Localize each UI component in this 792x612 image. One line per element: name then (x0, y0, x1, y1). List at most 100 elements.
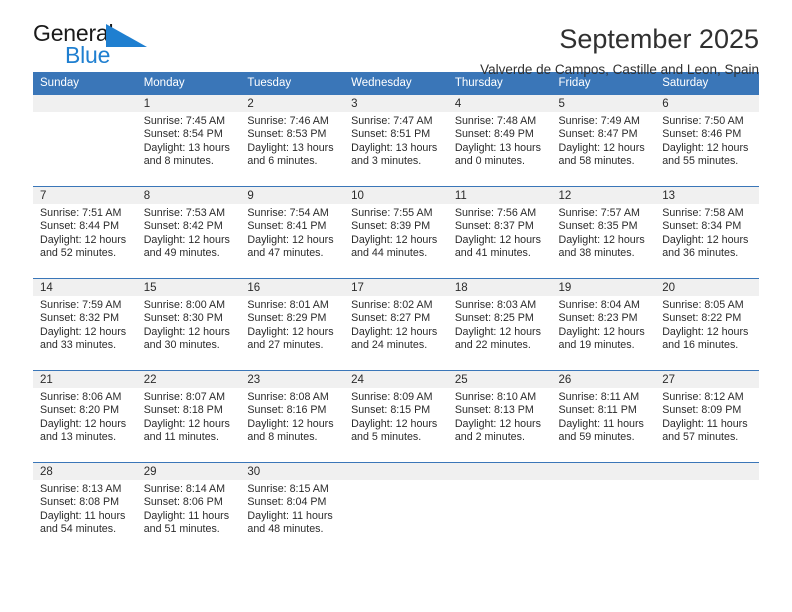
sunrise-text: Sunrise: 8:14 AM (143, 483, 226, 495)
day-details: Sunrise: 7:58 AM Sunset: 8:34 PM Dayligh… (655, 204, 759, 276)
day-number: 5 (551, 95, 656, 112)
day-cell[interactable]: 20 Sunrise: 8:05 AM Sunset: 8:22 PM Dayl… (655, 278, 759, 368)
day-number: 21 (33, 371, 137, 388)
day-number: 11 (447, 187, 552, 204)
day-cell[interactable]: 15 Sunrise: 8:00 AM Sunset: 8:30 PM Dayl… (136, 278, 241, 368)
day-number: 23 (240, 371, 345, 388)
sunset-text: Sunset: 8:37 PM (454, 220, 534, 233)
day-details: Sunrise: 8:01 AM Sunset: 8:29 PM Dayligh… (240, 296, 344, 368)
day-details: Sunrise: 7:51 AM Sunset: 8:44 PM Dayligh… (33, 204, 137, 276)
day-number: 16 (240, 279, 345, 296)
daylight-text-line1: Daylight: 12 hours (351, 417, 438, 430)
day-details: Sunrise: 8:03 AM Sunset: 8:25 PM Dayligh… (448, 296, 552, 368)
day-cell[interactable]: 18 Sunrise: 8:03 AM Sunset: 8:25 PM Dayl… (447, 278, 552, 368)
day-cell[interactable]: 1 Sunrise: 7:45 AM Sunset: 8:54 PM Dayli… (136, 94, 241, 184)
day-cell[interactable]: 24 Sunrise: 8:09 AM Sunset: 8:15 PM Dayl… (344, 370, 448, 460)
sunrise-text: Sunrise: 7:49 AM (558, 115, 640, 127)
day-number: 28 (33, 463, 137, 480)
sunset-text: Sunset: 8:18 PM (143, 404, 223, 417)
day-number: 13 (655, 187, 759, 204)
day-cell[interactable]: 8 Sunrise: 7:53 AM Sunset: 8:42 PM Dayli… (136, 186, 241, 276)
page-title: September 2025 (559, 24, 759, 54)
day-cell[interactable]: 25 Sunrise: 8:10 AM Sunset: 8:13 PM Dayl… (447, 370, 552, 460)
daylight-text-line1: Daylight: 13 hours (454, 141, 541, 154)
day-cell[interactable]: 4 Sunrise: 7:48 AM Sunset: 8:49 PM Dayli… (447, 94, 552, 184)
day-details (655, 480, 759, 552)
sunrise-text: Sunrise: 7:53 AM (143, 207, 226, 219)
daylight-text-line2: and 22 minutes. (454, 339, 531, 352)
sunset-text: Sunset: 8:35 PM (558, 220, 638, 233)
sunset-text: Sunset: 8:20 PM (40, 404, 120, 417)
sunset-text: Sunset: 8:49 PM (454, 128, 534, 141)
sunrise-text: Sunrise: 7:57 AM (558, 207, 640, 219)
sunrise-text: Sunrise: 7:58 AM (662, 207, 744, 219)
daylight-text-line2: and 52 minutes. (40, 247, 117, 260)
general-blue-logo[interactable]: General Blue (33, 22, 153, 68)
daylight-text-line1: Daylight: 12 hours (351, 233, 438, 246)
day-details: Sunrise: 8:13 AM Sunset: 8:08 PM Dayligh… (33, 480, 137, 552)
day-number: 12 (551, 187, 656, 204)
day-cell[interactable]: 22 Sunrise: 8:07 AM Sunset: 8:18 PM Dayl… (136, 370, 241, 460)
day-cell[interactable]: 12 Sunrise: 7:57 AM Sunset: 8:35 PM Dayl… (551, 186, 656, 276)
sunset-text: Sunset: 8:54 PM (143, 128, 223, 141)
day-cell[interactable]: 23 Sunrise: 8:08 AM Sunset: 8:16 PM Dayl… (240, 370, 345, 460)
day-cell[interactable]: 13 Sunrise: 7:58 AM Sunset: 8:34 PM Dayl… (655, 186, 759, 276)
day-number: 4 (447, 95, 552, 112)
day-details: Sunrise: 8:15 AM Sunset: 8:04 PM Dayligh… (240, 480, 344, 552)
day-cell[interactable]: 3 Sunrise: 7:47 AM Sunset: 8:51 PM Dayli… (344, 94, 448, 184)
day-cell[interactable]: 17 Sunrise: 8:02 AM Sunset: 8:27 PM Dayl… (344, 278, 448, 368)
week-row: 7 Sunrise: 7:51 AM Sunset: 8:44 PM Dayli… (33, 186, 759, 276)
daylight-text-line2: and 49 minutes. (143, 247, 220, 260)
week-row: 14 Sunrise: 7:59 AM Sunset: 8:32 PM Dayl… (33, 278, 759, 368)
sunrise-text: Sunrise: 7:48 AM (454, 115, 537, 127)
sunset-text: Sunset: 8:30 PM (143, 312, 223, 325)
daylight-text-line2: and 44 minutes. (351, 247, 428, 260)
day-cell[interactable]: 29 Sunrise: 8:14 AM Sunset: 8:06 PM Dayl… (136, 462, 241, 552)
sunset-text: Sunset: 8:16 PM (247, 404, 327, 417)
daylight-text-line1: Daylight: 11 hours (558, 417, 644, 430)
daylight-text-line1: Daylight: 12 hours (558, 325, 645, 338)
day-cell[interactable]: 7 Sunrise: 7:51 AM Sunset: 8:44 PM Dayli… (33, 186, 137, 276)
day-cell[interactable]: 21 Sunrise: 8:06 AM Sunset: 8:20 PM Dayl… (33, 370, 137, 460)
weekday-header-monday: Monday (136, 72, 241, 95)
day-cell[interactable]: 19 Sunrise: 8:04 AM Sunset: 8:23 PM Dayl… (551, 278, 656, 368)
sunset-text: Sunset: 8:51 PM (351, 128, 431, 141)
day-cell[interactable]: 27 Sunrise: 8:12 AM Sunset: 8:09 PM Dayl… (655, 370, 759, 460)
day-details: Sunrise: 7:50 AM Sunset: 8:46 PM Dayligh… (655, 112, 759, 184)
day-cell[interactable]: 26 Sunrise: 8:11 AM Sunset: 8:11 PM Dayl… (551, 370, 656, 460)
sunrise-text: Sunrise: 7:56 AM (454, 207, 537, 219)
sunrise-text: Sunrise: 8:05 AM (662, 299, 744, 311)
daylight-text-line2: and 59 minutes. (558, 431, 635, 444)
day-cell (33, 94, 137, 184)
daylight-text-line1: Daylight: 11 hours (40, 509, 126, 522)
day-cell[interactable]: 14 Sunrise: 7:59 AM Sunset: 8:32 PM Dayl… (33, 278, 137, 368)
day-details: Sunrise: 8:11 AM Sunset: 8:11 PM Dayligh… (552, 388, 656, 460)
day-cell[interactable]: 10 Sunrise: 7:55 AM Sunset: 8:39 PM Dayl… (344, 186, 448, 276)
day-cell[interactable]: 30 Sunrise: 8:15 AM Sunset: 8:04 PM Dayl… (240, 462, 345, 552)
day-cell[interactable]: 16 Sunrise: 8:01 AM Sunset: 8:29 PM Dayl… (240, 278, 345, 368)
daylight-text-line2: and 8 minutes. (247, 431, 318, 444)
sunset-text: Sunset: 8:34 PM (662, 220, 742, 233)
weekday-header-sunday: Sunday (33, 72, 137, 95)
sunset-text: Sunset: 8:11 PM (558, 404, 637, 417)
daylight-text-line1: Daylight: 12 hours (143, 417, 230, 430)
day-cell[interactable]: 28 Sunrise: 8:13 AM Sunset: 8:08 PM Dayl… (33, 462, 137, 552)
day-cell[interactable]: 9 Sunrise: 7:54 AM Sunset: 8:41 PM Dayli… (240, 186, 345, 276)
day-details (448, 480, 552, 552)
day-cell[interactable]: 2 Sunrise: 7:46 AM Sunset: 8:53 PM Dayli… (240, 94, 345, 184)
day-details: Sunrise: 8:04 AM Sunset: 8:23 PM Dayligh… (552, 296, 656, 368)
daylight-text-line1: Daylight: 12 hours (247, 417, 334, 430)
daylight-text-line2: and 0 minutes. (454, 155, 525, 168)
daylight-text-line2: and 19 minutes. (558, 339, 635, 352)
day-cell[interactable]: 11 Sunrise: 7:56 AM Sunset: 8:37 PM Dayl… (447, 186, 552, 276)
day-details: Sunrise: 8:02 AM Sunset: 8:27 PM Dayligh… (344, 296, 448, 368)
day-details: Sunrise: 7:49 AM Sunset: 8:47 PM Dayligh… (552, 112, 656, 184)
day-details: Sunrise: 8:00 AM Sunset: 8:30 PM Dayligh… (137, 296, 241, 368)
sunrise-text: Sunrise: 7:59 AM (40, 299, 122, 311)
day-cell[interactable]: 6 Sunrise: 7:50 AM Sunset: 8:46 PM Dayli… (655, 94, 759, 184)
day-number: 3 (344, 95, 448, 112)
day-cell[interactable]: 5 Sunrise: 7:49 AM Sunset: 8:47 PM Dayli… (551, 94, 656, 184)
daylight-text-line1: Daylight: 12 hours (454, 325, 541, 338)
day-details: Sunrise: 7:54 AM Sunset: 8:41 PM Dayligh… (240, 204, 344, 276)
day-number: 26 (551, 371, 656, 388)
